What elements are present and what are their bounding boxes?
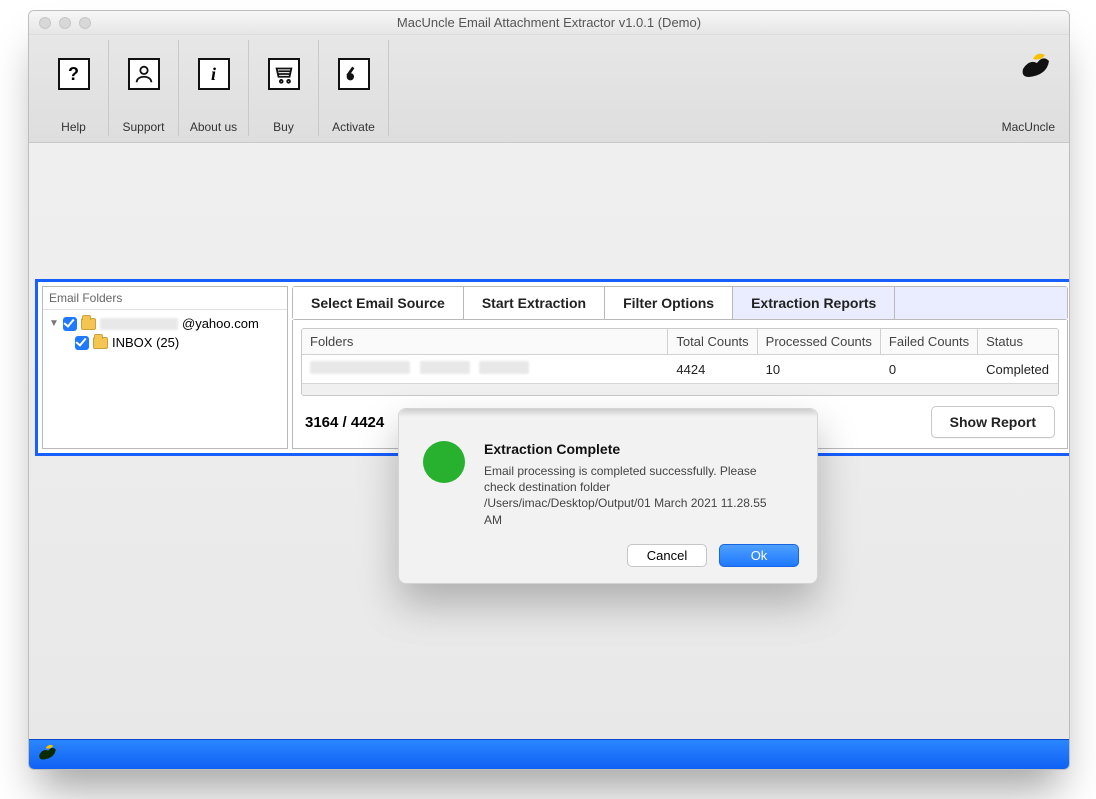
help-button[interactable]: ? Help — [39, 40, 109, 136]
progress-label: 3164 / 4424 — [305, 414, 384, 431]
table-row[interactable]: 4424 10 0 Completed — [302, 355, 1058, 384]
about-button[interactable]: i About us — [179, 40, 249, 136]
cell-total: 4424 — [668, 355, 757, 384]
tree-account-row[interactable]: ▼ @yahoo.com — [49, 314, 285, 333]
tab-start-extraction[interactable]: Start Extraction — [464, 287, 605, 319]
col-processed[interactable]: Processed Counts — [757, 329, 880, 355]
brand-label: MacUncle — [1002, 120, 1055, 134]
success-icon — [423, 441, 465, 483]
account-name-redacted — [100, 318, 178, 330]
content-area: Email Folders ▼ @yahoo.com INBOX (25) S — [35, 279, 1070, 456]
title-bar: MacUncle Email Attachment Extractor v1.0… — [29, 11, 1069, 35]
col-status[interactable]: Status — [978, 329, 1058, 355]
cell-processed: 10 — [757, 355, 880, 384]
buy-label: Buy — [273, 120, 294, 134]
support-icon — [128, 58, 160, 90]
tab-extraction-reports[interactable]: Extraction Reports — [733, 287, 895, 319]
activate-button[interactable]: Activate — [319, 40, 389, 136]
folder-icon — [81, 318, 96, 330]
activate-label: Activate — [332, 120, 375, 134]
account-suffix: @yahoo.com — [182, 316, 259, 331]
disclosure-triangle-icon[interactable]: ▼ — [49, 318, 59, 329]
help-label: Help — [61, 120, 86, 134]
completion-dialog: Extraction Complete Email processing is … — [398, 408, 818, 584]
brand-small-icon — [37, 742, 57, 767]
folder-icon — [93, 337, 108, 349]
col-total[interactable]: Total Counts — [668, 329, 757, 355]
key-icon — [338, 58, 370, 90]
show-report-button[interactable]: Show Report — [931, 406, 1055, 438]
toolbar: ? Help Support i About us Buy — [29, 35, 1069, 143]
tab-select-source[interactable]: Select Email Source — [293, 287, 464, 319]
ok-button[interactable]: Ok — [719, 544, 799, 567]
col-folders[interactable]: Folders — [302, 329, 668, 355]
tab-filter-options[interactable]: Filter Options — [605, 287, 733, 319]
zoom-window-button[interactable] — [79, 17, 91, 29]
dialog-message: Email processing is completed successful… — [484, 463, 774, 528]
folder-tree-panel: Email Folders ▼ @yahoo.com INBOX (25) — [42, 286, 288, 449]
window-title: MacUncle Email Attachment Extractor v1.0… — [29, 15, 1069, 30]
buy-button[interactable]: Buy — [249, 40, 319, 136]
dialog-title: Extraction Complete — [484, 441, 774, 457]
support-button[interactable]: Support — [109, 40, 179, 136]
cell-folder-redacted — [310, 361, 410, 374]
account-checkbox[interactable] — [63, 317, 77, 331]
support-label: Support — [122, 120, 164, 134]
close-window-button[interactable] — [39, 17, 51, 29]
brand-logo-icon — [1019, 49, 1051, 81]
tab-bar: Select Email Source Start Extraction Fil… — [292, 286, 1068, 320]
inbox-checkbox[interactable] — [75, 336, 89, 350]
cancel-button[interactable]: Cancel — [627, 544, 707, 567]
status-bar — [29, 739, 1069, 769]
cell-status: Completed — [978, 355, 1058, 384]
about-label: About us — [190, 120, 237, 134]
minimize-window-button[interactable] — [59, 17, 71, 29]
col-failed[interactable]: Failed Counts — [880, 329, 977, 355]
cart-icon — [268, 58, 300, 90]
horizontal-scrollbar[interactable] — [302, 383, 1058, 395]
app-window: MacUncle Email Attachment Extractor v1.0… — [28, 10, 1070, 770]
folder-tree-header: Email Folders — [43, 287, 287, 310]
help-icon: ? — [58, 58, 90, 90]
tree-inbox-row[interactable]: INBOX (25) — [49, 333, 285, 352]
cell-failed: 0 — [880, 355, 977, 384]
report-table: Folders Total Counts Processed Counts Fa… — [301, 328, 1059, 396]
inbox-label: INBOX (25) — [112, 335, 179, 350]
info-icon: i — [198, 58, 230, 90]
